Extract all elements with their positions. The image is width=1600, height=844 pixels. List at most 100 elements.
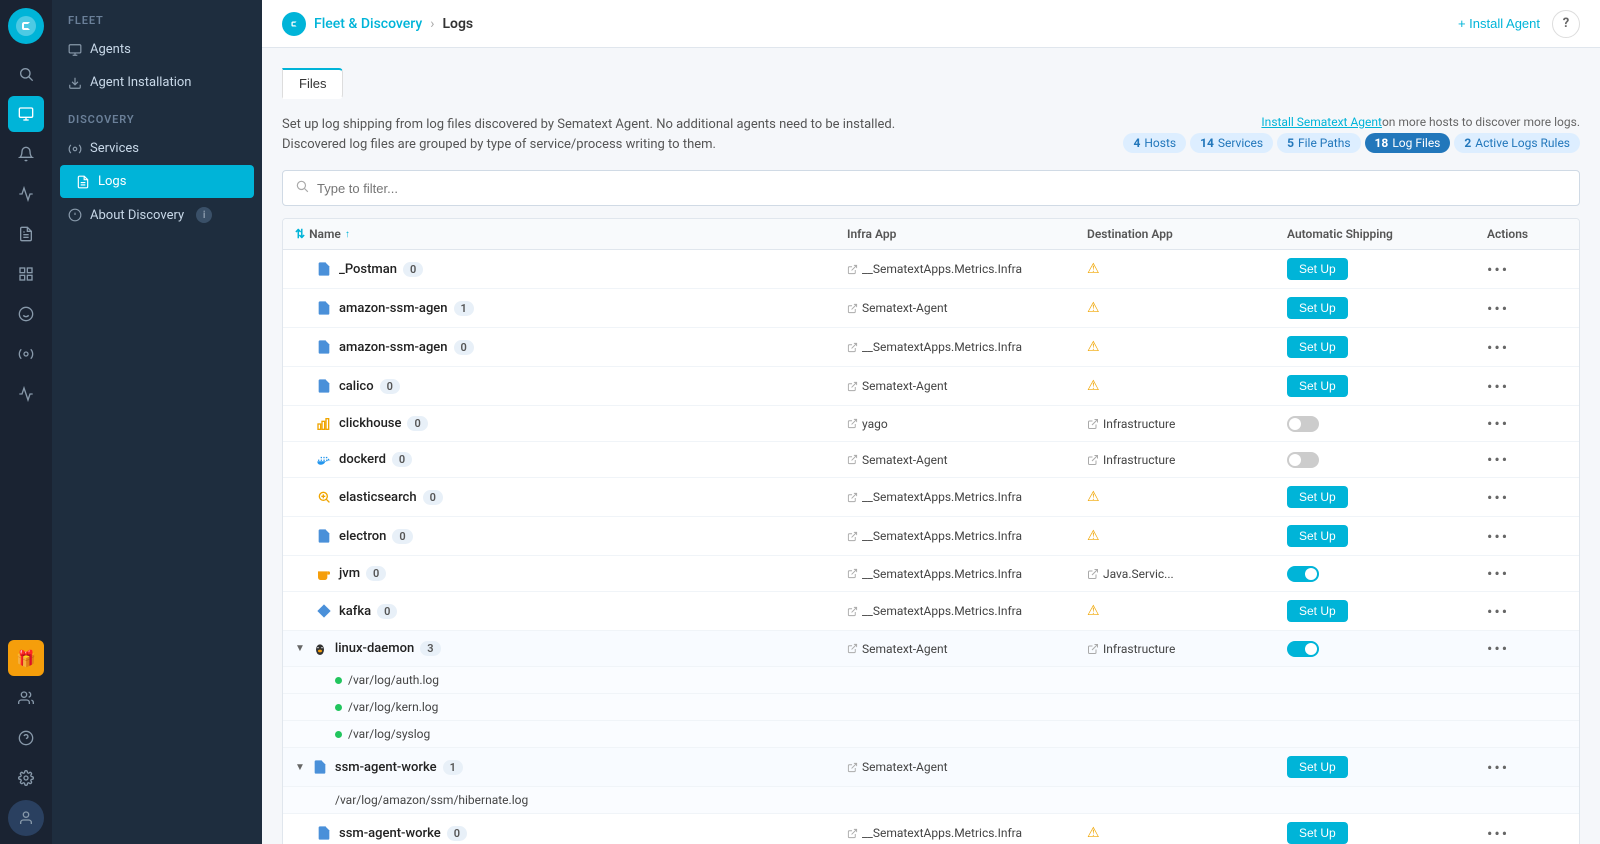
more-actions[interactable]: ••• — [1487, 377, 1567, 396]
service-name: electron — [339, 529, 386, 544]
service-count: 0 — [392, 452, 412, 467]
infra-app-cell: __SematextApps.Metrics.Infra — [847, 340, 1087, 354]
content-area: Files Set up log shipping from log files… — [262, 48, 1600, 844]
events-nav-icon[interactable] — [8, 376, 44, 412]
table-row[interactable]: elasticsearch 0 __SematextApps.Metrics.I… — [283, 478, 1579, 517]
sidebar-item-agents[interactable]: Agents — [52, 33, 262, 66]
more-actions[interactable]: ••• — [1487, 414, 1567, 433]
icon-sidebar: 🎁 — [0, 0, 52, 844]
stat-label-hosts: Hosts — [1144, 136, 1176, 150]
breadcrumb-parent[interactable]: Fleet & Discovery — [314, 16, 422, 32]
sidebar-item-services[interactable]: Services — [52, 132, 262, 165]
setup-button[interactable]: Set Up — [1287, 258, 1348, 280]
table-row[interactable]: kafka 0 __SematextApps.Metrics.Infra ⚠ S… — [283, 592, 1579, 631]
infra-link-icon — [847, 492, 858, 503]
setup-button[interactable]: Set Up — [1287, 600, 1348, 622]
metrics-nav-icon[interactable] — [8, 176, 44, 212]
more-actions[interactable]: ••• — [1487, 299, 1567, 318]
service-icon — [315, 299, 333, 317]
infra-link-icon — [847, 342, 858, 353]
setup-button[interactable]: Set Up — [1287, 486, 1348, 508]
more-actions[interactable]: ••• — [1487, 527, 1567, 546]
more-actions[interactable]: ••• — [1487, 488, 1567, 507]
info-text: Set up log shipping from log files disco… — [282, 115, 895, 154]
infra-app-cell: Sematext-Agent — [847, 379, 1087, 393]
stat-pill-activelogs[interactable]: 2Active Logs Rules — [1454, 133, 1580, 153]
table-row[interactable]: electron 0 __SematextApps.Metrics.Infra … — [283, 517, 1579, 556]
row-name-cell: dockerd 0 — [295, 451, 847, 469]
alerts-nav-icon[interactable] — [8, 136, 44, 172]
dest-app-cell: ⚠ — [1087, 339, 1287, 355]
setup-button[interactable]: Set Up — [1287, 525, 1348, 547]
service-icon — [315, 488, 333, 506]
gift-nav-icon[interactable]: 🎁 — [8, 640, 44, 676]
expand-down-icon[interactable]: ▼ — [295, 762, 305, 773]
install-agent-button[interactable]: + Install Agent — [1458, 16, 1540, 31]
more-actions[interactable]: ••• — [1487, 260, 1567, 279]
invite-nav-icon[interactable] — [8, 680, 44, 716]
infra-app-name: __SematextApps.Metrics.Infra — [862, 529, 1022, 543]
stat-pill-filepaths[interactable]: 5File Paths — [1277, 133, 1360, 153]
table-row[interactable]: ssm-agent-worke 0 __SematextApps.Metrics… — [283, 814, 1579, 844]
more-actions[interactable]: ••• — [1487, 824, 1567, 843]
install-sematext-agent-link[interactable]: Install Sematext Agent — [1261, 115, 1382, 129]
service-icon — [315, 260, 333, 278]
table-row[interactable]: amazon-ssm-agen 1 Sematext-Agent ⚠ Set U… — [283, 289, 1579, 328]
info-line1: Set up log shipping from log files disco… — [282, 115, 895, 135]
more-actions[interactable]: ••• — [1487, 639, 1567, 658]
settings-nav-icon[interactable] — [8, 760, 44, 796]
stat-pill-services[interactable]: 14Services — [1190, 133, 1273, 153]
shipping-cell: Set Up — [1287, 822, 1487, 844]
table-row[interactable]: clickhouse 0 yago Infrastructure ••• — [283, 406, 1579, 442]
sidebar-item-logs[interactable]: Logs — [60, 165, 254, 198]
more-actions[interactable]: ••• — [1487, 338, 1567, 357]
help-button[interactable]: ? — [1552, 10, 1580, 38]
table-row[interactable]: calico 0 Sematext-Agent ⚠ Set Up ••• — [283, 367, 1579, 406]
shipping-cell: Set Up — [1287, 756, 1487, 778]
table-row[interactable]: jvm 0 __SematextApps.Metrics.Infra Java.… — [283, 556, 1579, 592]
col-actions: Actions — [1487, 227, 1567, 241]
logs-nav-icon[interactable] — [8, 216, 44, 252]
expand-down-icon[interactable]: ▼ — [295, 643, 305, 654]
toggle-off[interactable] — [1287, 452, 1319, 468]
sidebar-about-label: About Discovery — [90, 208, 184, 223]
service-name: dockerd — [339, 452, 386, 467]
table-row[interactable]: ▼ ssm-agent-worke 1 Sematext-Agent Set U… — [283, 748, 1579, 787]
more-actions[interactable]: ••• — [1487, 602, 1567, 621]
service-icon — [311, 640, 329, 658]
breadcrumb-current: Logs — [442, 16, 473, 32]
more-actions[interactable]: ••• — [1487, 758, 1567, 777]
setup-button[interactable]: Set Up — [1287, 822, 1348, 844]
toggle-on[interactable] — [1287, 566, 1319, 582]
more-actions[interactable]: ••• — [1487, 564, 1567, 583]
infra-app-cell: __SematextApps.Metrics.Infra — [847, 490, 1087, 504]
sort-icon: ⇅ — [295, 227, 305, 241]
table-row[interactable]: ▼ linux-daemon 3 Sematext-Agent Infrastr… — [283, 631, 1579, 667]
sidebar-item-about-discovery[interactable]: About Discovery i — [52, 198, 262, 232]
stat-pill-hosts[interactable]: 4Hosts — [1123, 133, 1186, 153]
setup-button[interactable]: Set Up — [1287, 336, 1348, 358]
setup-button[interactable]: Set Up — [1287, 297, 1348, 319]
setup-button[interactable]: Set Up — [1287, 375, 1348, 397]
table-row[interactable]: dockerd 0 Sematext-Agent Infrastructure … — [283, 442, 1579, 478]
apps-nav-icon[interactable] — [8, 256, 44, 292]
more-actions[interactable]: ••• — [1487, 450, 1567, 469]
fleet-nav-icon[interactable] — [8, 96, 44, 132]
app-logo[interactable] — [8, 8, 44, 44]
toggle-off[interactable] — [1287, 416, 1319, 432]
setup-button[interactable]: Set Up — [1287, 756, 1348, 778]
experience-nav-icon[interactable] — [8, 296, 44, 332]
table-row[interactable]: _Postman 0 __SematextApps.Metrics.Infra … — [283, 250, 1579, 289]
stat-pill-logfiles[interactable]: 18Log Files — [1365, 133, 1451, 153]
shipping-cell: Set Up — [1287, 600, 1487, 622]
sidebar-item-agent-installation[interactable]: Agent Installation — [52, 66, 262, 99]
sidebar-logs-label: Logs — [98, 174, 126, 189]
user-avatar[interactable] — [8, 800, 44, 836]
tab-files[interactable]: Files — [282, 68, 343, 99]
table-row[interactable]: amazon-ssm-agen 0 __SematextApps.Metrics… — [283, 328, 1579, 367]
toggle-on[interactable] — [1287, 641, 1319, 657]
help-nav-icon[interactable] — [8, 720, 44, 756]
synthetics-nav-icon[interactable] — [8, 336, 44, 372]
search-nav-icon[interactable] — [8, 56, 44, 92]
filter-input[interactable] — [317, 181, 1567, 196]
